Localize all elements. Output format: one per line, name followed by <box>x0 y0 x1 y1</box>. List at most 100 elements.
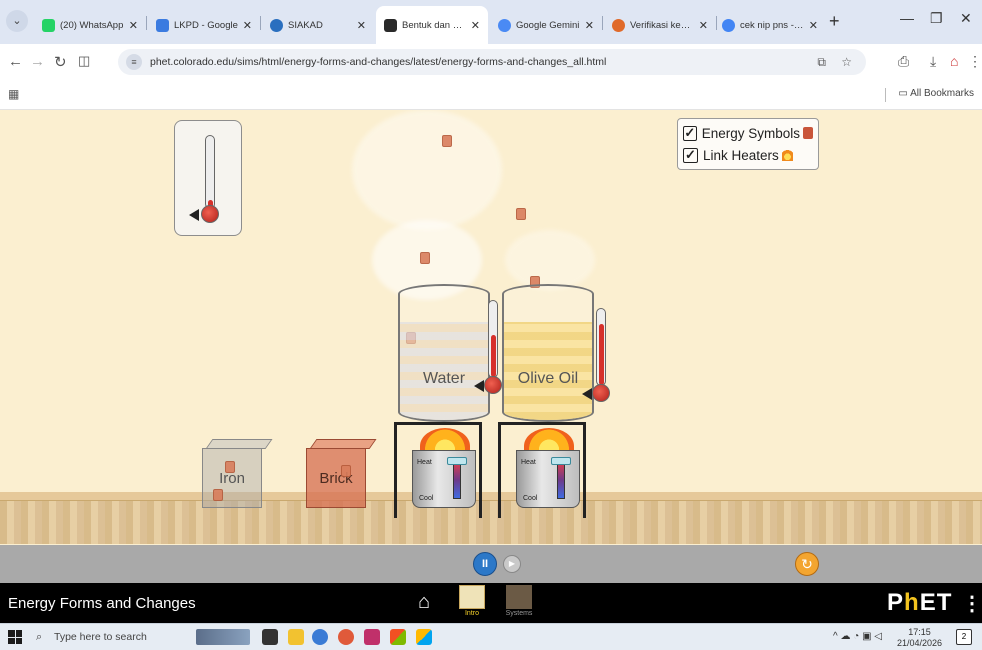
url-bar[interactable]: ≡ phet.colorado.edu/sims/html/energy-for… <box>118 49 866 75</box>
profile-icon[interactable]: ⌂ <box>950 53 958 69</box>
tab-whatsapp[interactable]: (20) WhatsApp ✕ <box>34 6 146 44</box>
extensions-icon[interactable]: ⎙ <box>898 53 909 70</box>
olive-oil-beaker[interactable]: Olive Oil <box>502 284 594 422</box>
phet-logo[interactable]: PhET <box>887 589 952 617</box>
tab-gemini[interactable]: Google Gemini ✕ <box>490 6 602 44</box>
heat-slider-thumb[interactable] <box>551 457 571 465</box>
site-info-icon[interactable]: ≡ <box>126 54 142 70</box>
url-text[interactable]: phet.colorado.edu/sims/html/energy-forms… <box>150 56 606 68</box>
tab-lkpd[interactable]: LKPD - Google ✕ <box>148 6 260 44</box>
close-icon[interactable]: ✕ <box>357 19 366 32</box>
thermometer-fill <box>491 335 496 377</box>
new-tab-button[interactable]: + <box>829 12 840 30</box>
tab-title: cek nip pns - Pen <box>740 19 805 31</box>
file-explorer-icon[interactable] <box>288 629 304 645</box>
thermometer-bulb <box>592 384 610 402</box>
thermometer-bulb <box>201 205 219 223</box>
close-icon[interactable]: ✕ <box>809 19 818 32</box>
home-icon[interactable]: ⌂ <box>418 591 430 614</box>
close-icon[interactable]: ✕ <box>471 19 480 32</box>
all-bookmarks-label: All Bookmarks <box>910 88 974 99</box>
bookmarks-separator <box>885 88 886 102</box>
brick-block-top <box>309 439 377 449</box>
intro-screen-label: Intro <box>464 610 479 617</box>
energy-symbols-checkbox[interactable]: ✓ Energy Symbols <box>683 122 813 144</box>
download-icon[interactable]: ⤓ <box>930 53 936 70</box>
close-icon[interactable]: ✕ <box>585 19 594 32</box>
energy-chunk-icon <box>341 465 351 477</box>
shelf <box>0 500 982 544</box>
intro-screen-button[interactable]: Intro <box>452 585 492 621</box>
thermometer-toolbox[interactable] <box>174 120 242 236</box>
tab-siakad[interactable]: SIAKAD ✕ <box>262 6 374 44</box>
thermometer-fill <box>599 324 604 385</box>
heat-cool-slider[interactable] <box>557 461 565 499</box>
simulation-canvas: ✓ Energy Symbols ✓ Link Heaters Iron Bri… <box>0 110 982 545</box>
tab-search-button[interactable]: ⌄ <box>6 10 28 32</box>
bookmarks-bar: ▦ ▭ All Bookmarks <box>0 80 982 110</box>
reload-button[interactable]: ↻ <box>54 53 67 71</box>
olive-oil-thermometer[interactable] <box>596 308 606 386</box>
tab-separator <box>146 16 147 30</box>
tab-separator <box>260 16 261 30</box>
windows-start-icon[interactable] <box>8 630 22 644</box>
docs-icon <box>156 18 169 32</box>
checkbox-checked-icon[interactable]: ✓ <box>683 147 698 163</box>
pause-button[interactable]: II <box>473 552 497 576</box>
iron-block[interactable]: Iron <box>202 439 273 508</box>
checkbox-checked-icon[interactable]: ✓ <box>683 125 697 141</box>
chrome-icon[interactable] <box>312 629 328 645</box>
time-control-bar: II ▶ ↻ <box>0 545 982 583</box>
step-forward-button[interactable]: ▶ <box>503 555 521 573</box>
bookmark-star-icon[interactable]: ☆ <box>841 55 852 69</box>
back-button[interactable]: ← <box>8 53 23 70</box>
heat-slider-thumb[interactable] <box>447 457 467 465</box>
folder-icon: ▭ <box>898 88 911 99</box>
taskbar-widget-image[interactable] <box>196 629 250 645</box>
tab-cek-nip[interactable]: cek nip pns - Pen ✕ <box>714 6 826 44</box>
thermometer-icon[interactable] <box>205 135 215 209</box>
phet-menu-icon[interactable]: ⋮ <box>962 591 982 616</box>
tab-verifikasi[interactable]: Verifikasi kebenaran ✕ <box>604 6 716 44</box>
taskbar-search[interactable]: ⌕ Type here to search <box>36 627 186 648</box>
thermometer-bulb <box>484 376 502 394</box>
clock[interactable]: 17:15 21/04/2026 <box>897 627 942 649</box>
energy-chunk-icon <box>516 208 526 220</box>
restore-button[interactable]: ❐ <box>930 10 943 27</box>
tab-bentuk-dan-perubahan[interactable]: Bentuk dan Perubahan ✕ <box>376 6 488 44</box>
link-heaters-checkbox[interactable]: ✓ Link Heaters <box>683 144 813 166</box>
forward-button[interactable]: → <box>30 53 45 70</box>
chrome-profile-icon[interactable] <box>338 629 354 645</box>
window-close-button[interactable]: ✕ <box>960 10 972 27</box>
heat-cool-slider[interactable] <box>453 461 461 499</box>
close-icon[interactable]: ✕ <box>699 19 708 32</box>
water-thermometer[interactable] <box>488 300 498 378</box>
reset-all-button[interactable]: ↻ <box>795 552 819 576</box>
brick-block[interactable]: Brick <box>306 439 377 508</box>
systems-screen-button[interactable]: Systems <box>499 585 539 621</box>
translate-icon[interactable]: ⧉ <box>817 55 826 70</box>
apps-grid-icon[interactable]: ▦ <box>8 87 19 101</box>
store-icon[interactable] <box>390 629 406 645</box>
all-bookmarks-button[interactable]: ▭ All Bookmarks <box>898 88 974 99</box>
tab-title: Google Gemini <box>516 19 580 31</box>
notification-icon[interactable]: 2 <box>956 629 972 645</box>
close-icon[interactable]: ✕ <box>243 19 252 32</box>
energy-chunk-icon <box>225 461 235 473</box>
minimize-button[interactable]: — <box>900 10 914 26</box>
taskbar-app-icon[interactable] <box>416 629 432 645</box>
options-panel: ✓ Energy Symbols ✓ Link Heaters <box>677 118 819 170</box>
search-placeholder: Type here to search <box>54 631 147 643</box>
taskbar-app-icon[interactable] <box>364 629 380 645</box>
system-tray-icons[interactable]: ^ ☁ ◔ ▣ ◁ <box>833 631 882 642</box>
tab-title: SIAKAD <box>288 19 323 31</box>
time-label: 17:15 <box>908 627 931 637</box>
tab-separator <box>602 16 603 30</box>
close-icon[interactable]: ✕ <box>129 19 138 32</box>
screen: ⌄ (20) WhatsApp ✕ LKPD - Google ✕ SIAKAD… <box>0 0 982 650</box>
menu-icon[interactable]: ⋮ <box>968 53 982 70</box>
phet-tab-icon <box>384 18 397 32</box>
water-beaker[interactable]: Water <box>398 284 490 422</box>
task-view-icon[interactable] <box>262 629 278 645</box>
split-view-icon[interactable]: ◫ <box>78 53 90 69</box>
